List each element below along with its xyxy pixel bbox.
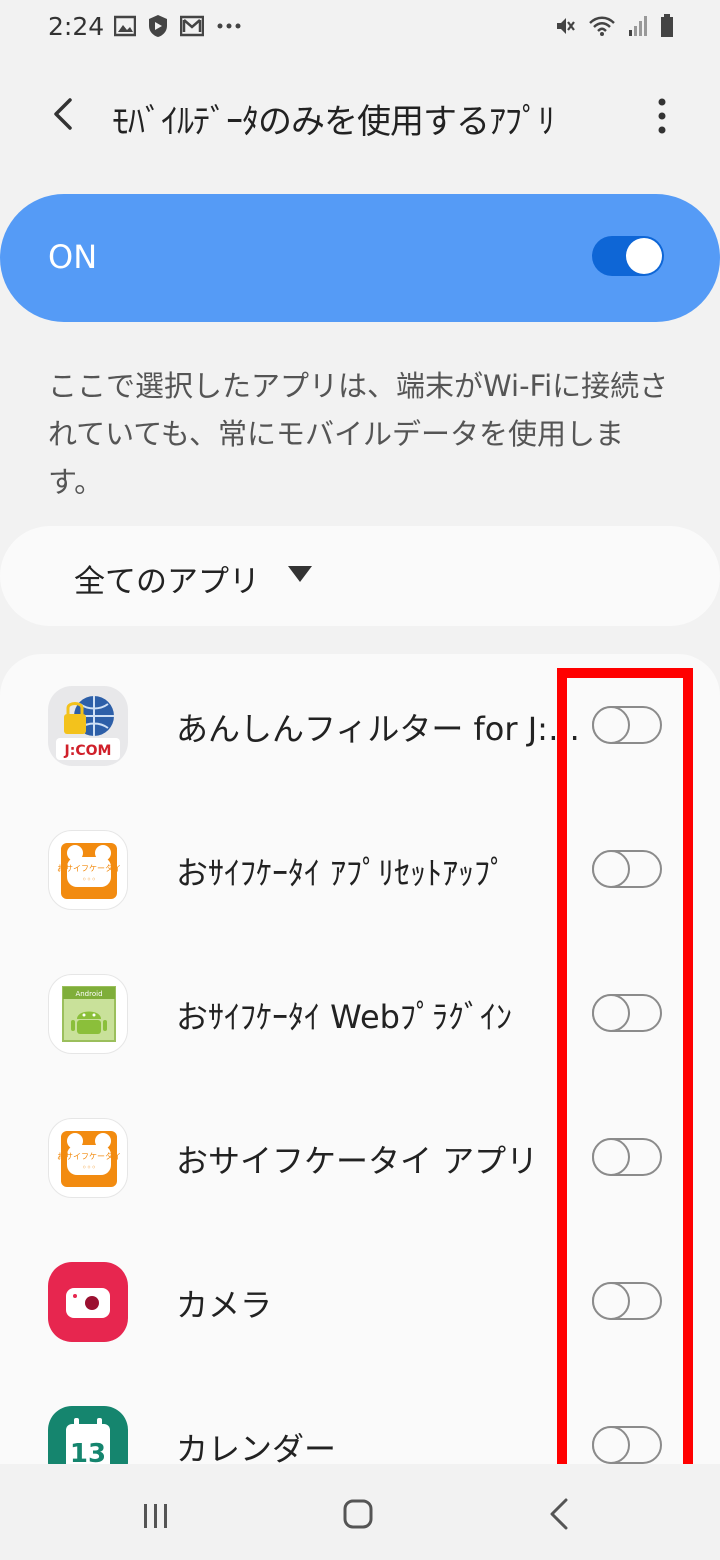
signal-icon	[629, 16, 647, 36]
recent-apps-icon[interactable]	[140, 1500, 172, 1532]
nav-back-icon[interactable]	[544, 1496, 576, 1532]
status-bar: 2:24	[0, 0, 720, 60]
android-plugin-icon: Android	[48, 974, 128, 1054]
camera-icon	[48, 1262, 128, 1342]
android-icon-text: Android	[75, 990, 102, 998]
osaifu-keitai-icon: おサイフケータイ ◦◦◦	[48, 1118, 128, 1198]
calendar-day-text: 13	[70, 1439, 106, 1464]
master-switch-knob	[626, 238, 662, 274]
svg-text:◦◦◦: ◦◦◦	[82, 875, 96, 884]
osaifu-keitai-icon: おサイフケータイ ◦◦◦	[48, 830, 128, 910]
app-label: おサイフケータイ アプリ	[176, 1142, 539, 1180]
navigation-bar	[0, 1464, 720, 1560]
jcom-filter-icon: J:COM	[48, 686, 128, 766]
master-switch[interactable]	[592, 236, 664, 276]
home-icon[interactable]	[342, 1498, 374, 1530]
app-label: カレンダー	[176, 1430, 337, 1464]
app-label: あんしんフィルター for J:COM	[176, 710, 584, 748]
description-text: ここで選択したアプリは、端末がWi-Fiに接続されていても、常にモバイルデータを…	[48, 369, 669, 499]
app-bar: ﾓﾊﾞｲﾙﾃﾞｰﾀのみを使用するｱﾌﾟﾘ	[0, 68, 720, 164]
svg-text:◦◦◦: ◦◦◦	[82, 1163, 96, 1172]
app-label: おｻｲﾌｹｰﾀｲ Webﾌﾟﾗｸﾞｲﾝ	[176, 998, 512, 1036]
mute-icon	[557, 18, 575, 34]
back-icon[interactable]	[40, 90, 88, 138]
calendar-icon: 13	[48, 1406, 128, 1464]
battery-icon	[661, 14, 673, 37]
image-icon	[114, 15, 136, 37]
master-toggle-label: ON	[48, 238, 98, 276]
highlight-box	[557, 668, 693, 1494]
wifi-icon	[589, 16, 615, 36]
app-label: おｻｲﾌｹｰﾀｲ ｱﾌﾟﾘｾｯﾄｱｯﾌﾟ	[176, 854, 507, 892]
jcom-icon-text: J:COM	[64, 743, 112, 759]
app-filter-dropdown[interactable]: 全てのアプリ	[0, 526, 720, 626]
dropdown-arrow-icon	[288, 566, 312, 582]
osaifu-icon-text: おサイフケータイ	[57, 864, 121, 873]
more-dots-icon	[217, 23, 241, 29]
more-options-icon[interactable]	[650, 96, 674, 136]
osaifu-icon-text: おサイフケータイ	[57, 1152, 121, 1161]
app-label: カメラ	[176, 1286, 273, 1324]
filter-selected-label: 全てのアプリ	[74, 564, 260, 600]
page-title: ﾓﾊﾞｲﾙﾃﾞｰﾀのみを使用するｱﾌﾟﾘ	[112, 102, 555, 142]
shield-icon	[149, 15, 167, 37]
master-toggle-bar[interactable]: ON	[0, 194, 720, 322]
gmail-icon	[180, 15, 204, 37]
status-time: 2:24	[48, 12, 105, 41]
